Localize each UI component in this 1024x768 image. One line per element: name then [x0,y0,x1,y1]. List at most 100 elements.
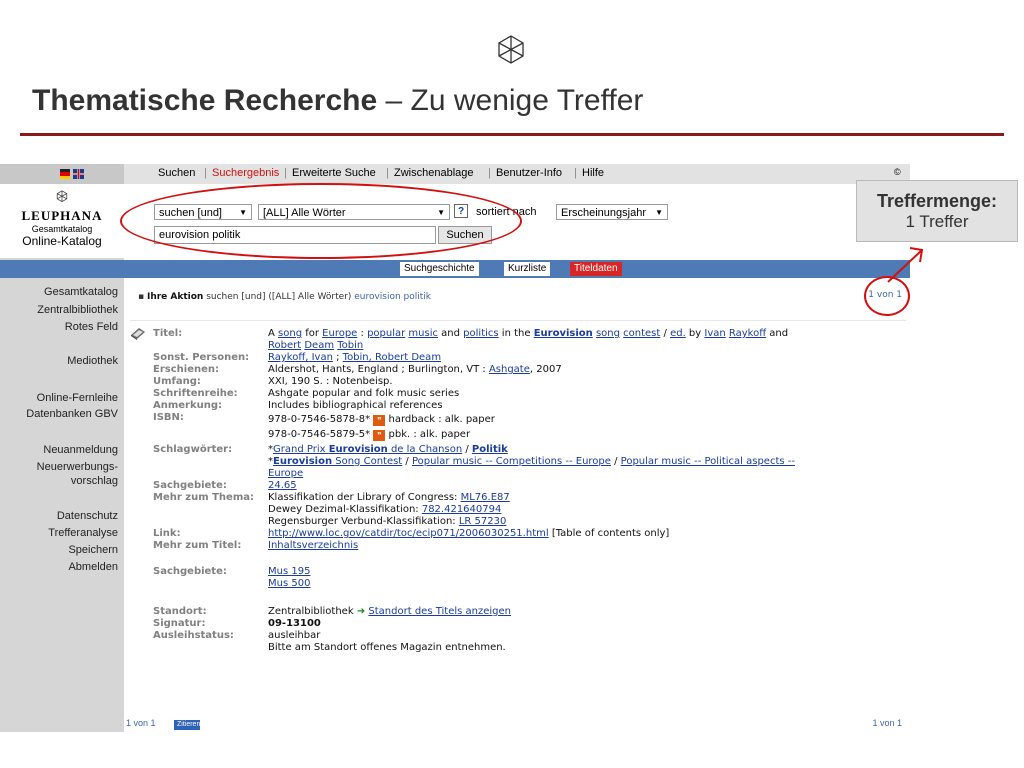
nav-hilfe[interactable]: Hilfe [582,167,604,179]
value-schlag-2: *Eurovision Song Contest / Popular music… [268,456,795,467]
t: ; [332,352,343,363]
link-mus-500[interactable]: Mus 500 [268,578,310,589]
label-status: Ausleihstatus: [153,630,234,641]
nav-sep: | [574,167,577,179]
logo-name: LEUPHANA [21,208,103,223]
value-thema-1: Klassifikation der Library of Congress: … [268,492,510,503]
sidebar-item-neuerwerbung-2[interactable]: vorschlag [71,475,118,487]
sort-select[interactable]: Erscheinungsjahr ▼ [556,204,668,220]
link-mus-195[interactable]: Mus 195 [268,566,310,577]
link-person-tobin[interactable]: Tobin, Robert Deam [343,352,441,363]
result-tabs: Suchgeschichte Kurzliste Titeldaten [124,260,910,278]
t: pbk. : alk. paper [385,429,471,440]
link-sachgebiet[interactable]: 24.65 [268,480,297,491]
nav-benutzer-info[interactable]: Benutzer-Info [496,167,562,179]
label-schlagwoerter: Schlagwörter: [153,444,233,455]
link-contest[interactable]: contest [623,328,660,339]
callout-arrow [887,247,924,283]
tab-suchgeschichte[interactable]: Suchgeschichte [400,262,479,276]
link-lcc[interactable]: ML76.E87 [461,492,510,503]
tab-titeldaten[interactable]: Titeldaten [570,262,622,276]
link-popular[interactable]: popular [367,328,405,339]
link-grand-prix[interactable]: Grand Prix Eurovision de la Chanson [273,444,462,455]
sidebar-item-mediothek[interactable]: Mediothek [67,355,118,367]
sidebar-item-datenbanken-gbv[interactable]: Datenbanken GBV [26,408,118,420]
action-text: suchen [und] ([ALL] Alle Wörter) [203,292,355,302]
logo[interactable]: LEUPHANA Gesamtkatalog Online-Katalog [0,184,124,258]
t: Grand Prix [273,444,329,455]
link-competitions[interactable]: Popular music -- Competitions -- Europe [412,456,611,467]
zitieren-button[interactable]: Zitieren [174,720,200,730]
t: and [438,328,464,339]
action-line: ▪ Ihre Aktion suchen [und] ([ALL] Alle W… [138,292,432,302]
value-isbn-1: 978-0-7546-5878-8* ❞ hardback : alk. pap… [268,414,495,426]
reference-icon[interactable]: ❞ [373,430,386,441]
reference-icon[interactable]: ❞ [373,415,386,426]
link-deam[interactable]: Deam [304,340,334,351]
label-sachgebiete: Sachgebiete: [153,480,227,491]
t: , 2007 [529,364,562,375]
value-status-2: Bitte am Standort offenes Magazin entneh… [268,642,506,653]
sidebar-item-speichern[interactable]: Speichern [68,544,118,556]
link-esc[interactable]: Eurovision Song Contest [273,456,402,467]
link-song[interactable]: song [596,328,620,339]
sidebar-item-rotes-feld[interactable]: Rotes Feld [65,321,118,333]
link-eurovision[interactable]: Eurovision [534,328,593,339]
slide-divider [20,133,1004,136]
sidebar-item-neuanmeldung[interactable]: Neuanmeldung [43,444,118,456]
link-europe-subject[interactable]: Europe [268,468,303,479]
nav-sep: | [488,167,491,179]
link-politics[interactable]: politics [463,328,498,339]
search-highlight-oval [120,183,522,259]
flag-icon[interactable] [60,169,84,179]
value-umfang: XXI, 190 S. : Notenbeisp. [268,376,393,387]
t: and [766,328,789,339]
value-sachgebiete: 24.65 [268,480,297,491]
link-inhaltsverzeichnis[interactable]: Inhaltsverzeichnis [268,540,358,551]
link-ivan[interactable]: Ivan [704,328,725,339]
action-query[interactable]: eurovision politik [354,292,431,302]
value-sachgeb2-1: Mus 195 [268,566,310,577]
sidebar-item-neuerwerbung-1[interactable]: Neuerwerbungs- [37,461,118,473]
link-ashgate[interactable]: Ashgate [489,364,530,375]
record-view: ▪ Ihre Aktion suchen [und] ([ALL] Alle W… [124,278,910,718]
t: Song Contest [332,456,403,467]
top-nav: Suchen | Suchergebnis | Erweiterte Suche… [124,164,910,185]
sidebar-item-trefferanalyse[interactable]: Trefferanalyse [48,527,118,539]
value-personen: Raykoff, Ivan ; Tobin, Robert Deam [268,352,441,363]
tab-kurzliste[interactable]: Kurzliste [504,262,551,276]
link-music[interactable]: music [408,328,438,339]
link-person-raykoff[interactable]: Raykoff, Ivan [268,352,333,363]
link-robert[interactable]: Robert [268,340,301,351]
sidebar-item-gesamtkatalog[interactable]: Gesamtkatalog [44,286,118,298]
value-titel: A song for Europe : popular music and po… [268,328,788,339]
nav-suchen[interactable]: Suchen [158,167,195,179]
nav-erweiterte-suche[interactable]: Erweiterte Suche [292,167,376,179]
link-raykoff[interactable]: Raykoff [729,328,766,339]
link-politik[interactable]: Politik [472,444,508,455]
t: Zentralbibliothek [268,606,354,617]
link-rvk[interactable]: LR 57230 [459,516,507,527]
value-status-1: ausleihbar [268,630,321,641]
link-song[interactable]: song [278,328,302,339]
label-umfang: Umfang: [153,376,201,387]
slide-title: Thematische Recherche – Zu wenige Treffe… [32,84,643,118]
sidebar-item-abmelden[interactable]: Abmelden [68,561,118,573]
link-political-aspects[interactable]: Popular music -- Political aspects -- [621,456,795,467]
nav-zwischenablage[interactable]: Zwischenablage [394,167,474,179]
sidebar-item-zentralbibliothek[interactable]: Zentralbibliothek [37,304,118,316]
sidebar-item-online-fernleihe[interactable]: Online-Fernleihe [37,392,118,404]
link-toc-url[interactable]: http://www.loc.gov/catdir/toc/ecip071/20… [268,528,549,539]
link-ed[interactable]: ed. [670,328,686,339]
link-tobin[interactable]: Tobin [337,340,363,351]
nav-suchergebnis[interactable]: Suchergebnis [212,167,279,179]
divider [130,320,906,321]
label-anmerkung: Anmerkung: [153,400,223,411]
leuphana-logo-icon [498,35,524,64]
link-standort[interactable]: Standort des Titels anzeigen [368,606,511,617]
link-dewey[interactable]: 782.421640794 [422,504,502,515]
value-anmerkung: Includes bibliographical references [268,400,443,411]
nav-sep: | [204,167,207,179]
sidebar-item-datenschutz[interactable]: Datenschutz [57,510,118,522]
link-europe[interactable]: Europe [322,328,357,339]
